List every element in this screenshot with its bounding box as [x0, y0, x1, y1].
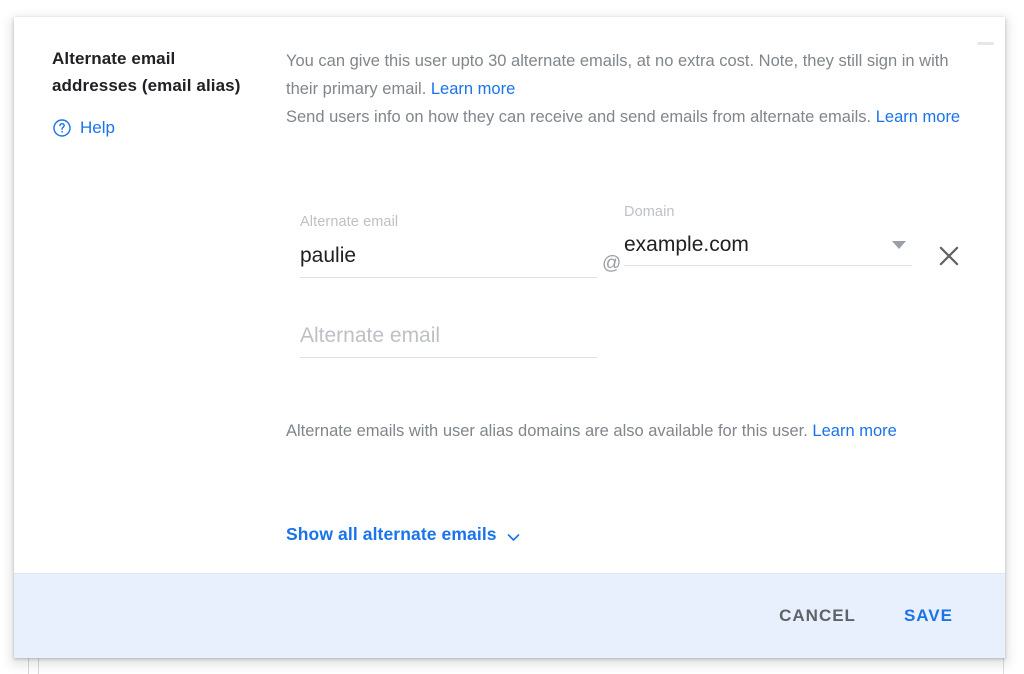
footnote-text: Alternate emails with user alias domains… [286, 422, 813, 440]
alternate-email-row: Alternate email @ Domain example.com [286, 197, 986, 289]
card-body: Alternate email addresses (email alias) … [14, 17, 1005, 573]
alias-field-label: Alternate email [300, 214, 399, 230]
alias-domains-footnote: Alternate emails with user alias domains… [286, 417, 986, 445]
empty-alias-field-group [300, 315, 597, 358]
alternate-email-input[interactable] [300, 235, 597, 278]
description-paragraph-2: Send users info on how they can receive … [286, 103, 978, 131]
chevron-down-icon [892, 241, 906, 249]
remove-alias-button[interactable] [934, 241, 964, 271]
show-all-alternate-emails-toggle[interactable]: Show all alternate emails [286, 522, 521, 546]
save-button[interactable]: SAVE [896, 596, 961, 636]
domain-field-label: Domain [624, 204, 675, 220]
help-link[interactable]: Help [52, 117, 115, 139]
description-text-2: Send users info on how they can receive … [286, 108, 876, 126]
section-title: Alternate email addresses (email alias) [52, 49, 241, 95]
learn-more-link-3[interactable]: Learn more [812, 422, 896, 440]
learn-more-link-2[interactable]: Learn more [876, 108, 960, 126]
help-circle-icon [52, 118, 72, 138]
description-text-1: You can give this user upto 30 alternate… [286, 52, 949, 98]
collapse-handle[interactable] [977, 42, 994, 45]
learn-more-link-1[interactable]: Learn more [431, 80, 515, 98]
alias-field-group: Alternate email [300, 213, 597, 278]
domain-field-group: Domain example.com [624, 203, 912, 266]
alternate-email-input-empty[interactable] [300, 315, 597, 358]
description-column: You can give this user upto 30 alternate… [286, 47, 986, 131]
domain-selected-value: example.com [624, 233, 749, 256]
alternate-email-settings-card: Alternate email addresses (email alias) … [14, 17, 1005, 658]
cancel-button[interactable]: CANCEL [771, 596, 864, 636]
show-all-label: Show all alternate emails [286, 524, 497, 544]
at-separator: @ [602, 253, 622, 274]
chevron-down-icon [506, 527, 521, 542]
background-rule [38, 658, 39, 674]
alternate-email-fields: Alternate email @ Domain example.com [286, 197, 986, 358]
help-label: Help [80, 118, 115, 137]
domain-select[interactable]: example.com [624, 227, 912, 266]
background-rule [28, 658, 29, 674]
section-header-column: Alternate email addresses (email alias) … [52, 45, 262, 143]
card-action-bar: CANCEL SAVE [14, 573, 1005, 658]
description-paragraph-1: You can give this user upto 30 alternate… [286, 47, 978, 103]
